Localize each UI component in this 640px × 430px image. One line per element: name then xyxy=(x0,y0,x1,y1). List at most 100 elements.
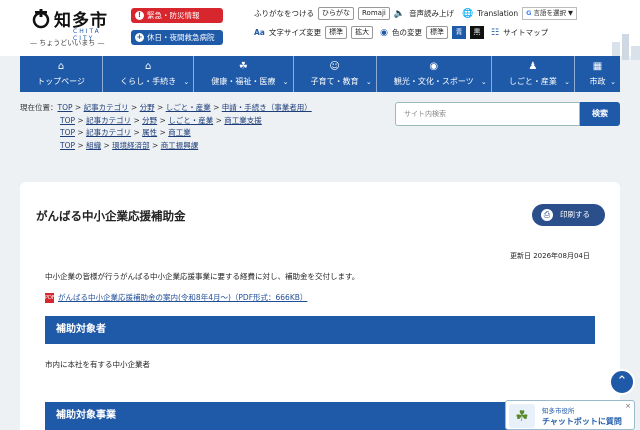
nav-label: トップページ xyxy=(37,77,85,86)
holiday-hospital-label: 休日・夜間救急病院 xyxy=(147,33,215,42)
chevron-up-icon: ⌃ xyxy=(616,374,628,389)
nav-label: しごと・産業 xyxy=(508,77,557,86)
breadcrumb-link[interactable]: TOP xyxy=(60,141,75,150)
building-icon: ▦ xyxy=(592,61,603,72)
chatbot-widget[interactable]: ☘ 知多市役所 チャットボットに質問 × xyxy=(505,400,635,430)
breadcrumb: 現在位置：TOP > 記事カテゴリ > 分野 > しごと・産業 > 申請・手続き… xyxy=(20,103,312,150)
nav-label: 観光・文化・スポーツ xyxy=(393,77,474,86)
pdf-link-row: PDF がんばる中小企業応援補助金の案内(令和8年4月～)（PDF形式：666KB… xyxy=(45,292,307,303)
close-icon[interactable]: × xyxy=(625,402,631,410)
breadcrumb-link[interactable]: しごと・産業 xyxy=(168,116,213,125)
chevron-down-icon: ▼ xyxy=(568,9,573,17)
breadcrumb-link[interactable]: しごと・産業 xyxy=(166,103,211,112)
search-button[interactable]: 検索 xyxy=(580,102,620,126)
section-heading-eligible: 補助対象者 xyxy=(45,316,595,344)
breadcrumb-link[interactable]: 申請・手続き（事業者用） xyxy=(222,103,312,112)
pdf-icon: PDF xyxy=(45,293,55,303)
emergency-info-label: 緊急・防災情報 xyxy=(147,11,200,20)
alert-icon: ! xyxy=(135,11,144,20)
printer-icon: ⎙ xyxy=(541,209,553,221)
article-content: がんばる中小企業応援補助金 ⎙ 印刷する 更新日 2026年08月04日 中小企… xyxy=(20,182,620,430)
chevron-down-icon: ⌄ xyxy=(282,78,289,86)
nav-item-citygov[interactable]: ▦ 市政 ⌄ xyxy=(574,56,620,92)
page-title: がんばる中小企業応援補助金 xyxy=(36,209,186,223)
chatbot-title: チャットボットに質問 xyxy=(542,417,622,426)
breadcrumb-link[interactable]: 分野 xyxy=(140,103,155,112)
breadcrumb-link[interactable]: TOP xyxy=(60,116,75,125)
color-black-button[interactable]: 黒 xyxy=(470,26,485,39)
color-change-label: 色の変更 xyxy=(392,28,423,37)
back-to-top-button[interactable]: ⌃ xyxy=(609,369,635,395)
camera-icon: ◉ xyxy=(429,61,439,72)
person-icon: ♟ xyxy=(528,61,538,72)
cityscape-decoration xyxy=(612,34,640,60)
palette-icon: ◉ xyxy=(380,27,389,38)
chevron-down-icon: ⌄ xyxy=(564,78,570,86)
global-nav: ⌂ トップページ ⌂ くらし・手続き ⌄ ☘ 健康・福祉・医療 ⌄ ☺ 子育て・… xyxy=(20,56,620,92)
print-label: 印刷する xyxy=(560,210,590,219)
romaji-button[interactable]: Romaji xyxy=(358,7,390,20)
breadcrumb-link[interactable]: 記事カテゴリ xyxy=(86,116,131,125)
breadcrumb-link[interactable]: 商工業 xyxy=(168,128,191,137)
speech-link[interactable]: 音声読み上げ xyxy=(409,8,454,19)
search-input[interactable]: サイト内検索 xyxy=(395,102,580,126)
breadcrumb-current-label: 現在位置： xyxy=(20,103,58,112)
holiday-hospital-button[interactable]: + 休日・夜間救急病院 xyxy=(131,30,223,45)
home-icon: ⌂ xyxy=(57,61,65,72)
breadcrumb-link[interactable]: TOP xyxy=(60,128,75,137)
google-icon: G xyxy=(526,9,532,17)
color-blue-button[interactable]: 青 xyxy=(452,26,467,39)
print-button[interactable]: ⎙ 印刷する xyxy=(532,204,605,226)
nav-item-top[interactable]: ⌂ トップページ xyxy=(20,56,102,92)
emergency-info-button[interactable]: ! 緊急・防災情報 xyxy=(131,8,223,23)
font-standard-button[interactable]: 標準 xyxy=(325,26,348,39)
breadcrumb-link[interactable]: 記事カテゴリ xyxy=(84,103,129,112)
breadcrumb-link[interactable]: 属性 xyxy=(142,128,157,137)
nav-item-living[interactable]: ⌂ くらし・手続き ⌄ xyxy=(102,56,193,92)
chatbot-subtitle: 知多市役所 xyxy=(542,407,575,415)
color-standard-button[interactable]: 標準 xyxy=(426,26,449,39)
breadcrumb-link[interactable]: 環境経済部 xyxy=(112,141,150,150)
furigana-label: ふりがなをつける xyxy=(254,9,314,18)
breadcrumb-link[interactable]: 分野 xyxy=(142,116,157,125)
house-icon: ⌂ xyxy=(144,61,152,72)
nav-item-business[interactable]: ♟ しごと・産業 ⌄ xyxy=(490,56,574,92)
eligible-text: 市内に本社を有する中小企業者 xyxy=(45,360,150,369)
nav-item-childcare[interactable]: ☺ 子育て・教育 ⌄ xyxy=(292,56,376,92)
globe-icon: 🌐 xyxy=(462,8,474,19)
language-select-value: 言語を選択 xyxy=(533,9,567,17)
hiragana-button[interactable]: ひらがな xyxy=(318,7,354,20)
nav-label: くらし・手続き xyxy=(120,77,177,86)
breadcrumb-link[interactable]: 商工業支援 xyxy=(224,116,262,125)
site-header: 知多市 CHITA CITY — ちょうどいいまち — ! 緊急・防災情報 + … xyxy=(0,0,640,60)
language-select[interactable]: G 言語を選択 ▼ xyxy=(522,7,577,20)
site-logo[interactable]: 知多市 CHITA CITY — ちょうどいいまち — xyxy=(30,5,120,49)
speaker-icon: 🔈 xyxy=(393,8,406,19)
nav-label: 子育て・教育 xyxy=(310,77,359,86)
pdf-download-link[interactable]: がんばる中小企業応援補助金の案内(令和8年4月～)（PDF形式：666KB） xyxy=(58,293,307,302)
logo-tagline: — ちょうどいいまち — xyxy=(30,39,105,47)
sitemap-link[interactable]: サイトマップ xyxy=(503,27,548,38)
breadcrumb-link[interactable]: 記事カテゴリ xyxy=(86,128,131,137)
breadcrumb-link[interactable]: TOP xyxy=(58,103,73,112)
article-description: 中小企業の皆様が行うがんばる中小企業応援事業に要する経費に対し、補助金を交付しま… xyxy=(45,272,360,281)
font-large-button[interactable]: 拡大 xyxy=(351,26,374,39)
chevron-down-icon: ⌄ xyxy=(610,78,616,86)
nav-label: 健康・福祉・医療 xyxy=(211,77,276,86)
breadcrumb-link[interactable]: 商工振興課 xyxy=(161,141,199,150)
hospital-icon: + xyxy=(135,33,144,42)
chevron-down-icon: ⌄ xyxy=(365,78,372,86)
city-emblem-icon xyxy=(32,9,50,29)
child-icon: ☺ xyxy=(329,61,340,72)
breadcrumb-link[interactable]: 組織 xyxy=(86,141,101,150)
health-icon: ☘ xyxy=(238,61,248,72)
sitemap-icon: ☷ xyxy=(491,27,500,38)
accessibility-tools: ふりがなをつける ひらがな Romaji 🔈 音声読み上げ 🌐 Translat… xyxy=(244,0,606,44)
font-size-label: 文字サイズ変更 xyxy=(268,28,322,37)
nav-item-tourism[interactable]: ◉ 観光・文化・スポーツ ⌄ xyxy=(375,56,491,92)
chevron-down-icon: ⌄ xyxy=(183,78,190,86)
nav-item-health[interactable]: ☘ 健康・福祉・医療 ⌄ xyxy=(193,56,292,92)
chevron-down-icon: ⌄ xyxy=(480,78,487,86)
translation-label: Translation xyxy=(477,9,519,18)
chatbot-mascot-icon: ☘ xyxy=(509,404,535,428)
